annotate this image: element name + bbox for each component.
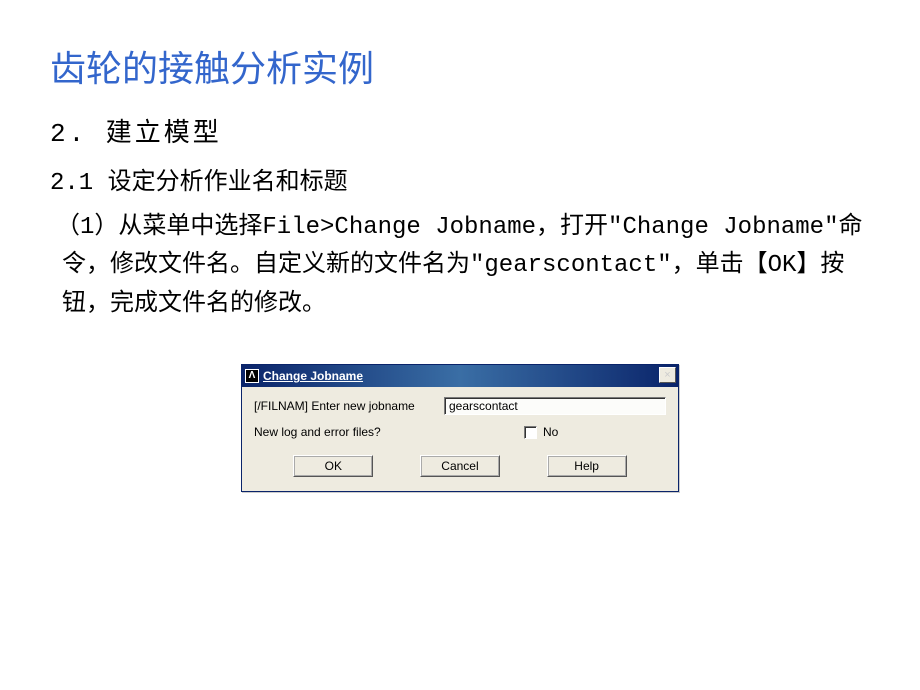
help-button[interactable]: Help [547,455,627,477]
close-icon: × [664,370,670,381]
jobname-input[interactable]: gearscontact [444,397,666,415]
jobname-row: [/FILNAM] Enter new jobname gearscontact [254,397,666,415]
dialog-button-row: OK Cancel Help [254,449,666,477]
app-icon-letter: Λ [249,371,256,381]
dialog-body: [/FILNAM] Enter new jobname gearscontact… [242,387,678,491]
ok-button[interactable]: OK [293,455,373,477]
page-title: 齿轮的接触分析实例 [50,40,870,92]
newlog-row: New log and error files? No [254,425,666,439]
jobname-label: [/FILNAM] Enter new jobname [254,399,444,413]
change-jobname-dialog: Λ Change Jobname × [/FILNAM] Enter new j… [241,364,679,492]
dialog-titlebar: Λ Change Jobname × [242,365,678,387]
dialog-title-text: Change Jobname [263,369,363,383]
newlog-label: New log and error files? [254,425,444,439]
close-button[interactable]: × [659,367,676,383]
newlog-checkbox-wrap: No [524,425,558,439]
dialog-container: Λ Change Jobname × [/FILNAM] Enter new j… [50,364,870,492]
heading-level-2: 2. 建立模型 [50,112,870,149]
heading-level-3: 2.1 设定分析作业名和标题 [50,161,870,197]
newlog-checkbox[interactable] [524,426,537,439]
slide-content: 齿轮的接触分析实例 2. 建立模型 2.1 设定分析作业名和标题 （1）从菜单中… [0,0,920,492]
body-paragraph: （1）从菜单中选择File>Change Jobname，打开"Change J… [50,209,870,324]
newlog-checkbox-label: No [543,425,558,439]
app-icon: Λ [245,369,259,383]
cancel-button[interactable]: Cancel [420,455,500,477]
